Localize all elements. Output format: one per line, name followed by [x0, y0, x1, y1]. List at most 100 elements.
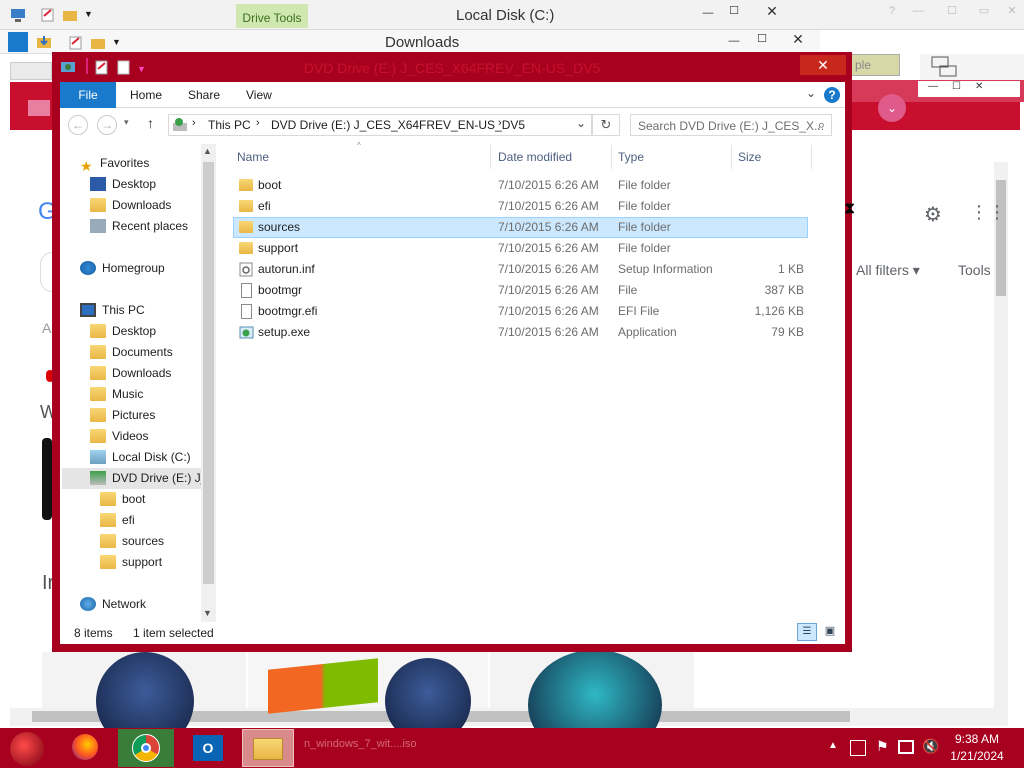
nav-documents[interactable]: Documents [90, 342, 173, 363]
browser-profile-icon[interactable]: ⌄ [878, 94, 906, 122]
tools-button[interactable]: Tools [958, 262, 991, 278]
nav-recent-places[interactable]: Recent places [90, 216, 188, 237]
show-hidden-icons-icon[interactable]: ▲ [828, 740, 838, 751]
large-icons-view-button[interactable]: ▣ [820, 623, 840, 641]
column-divider[interactable] [731, 145, 732, 169]
column-header-size[interactable]: Size [738, 145, 761, 169]
firefox-taskbar-button[interactable] [66, 729, 104, 767]
properties-qat-icon[interactable] [94, 60, 110, 79]
settings-gear-icon[interactable]: ⚙ [924, 202, 942, 227]
explorer-close-button[interactable]: ✕ [800, 55, 846, 75]
scroll-up-arrow-icon[interactable]: ▲ [203, 146, 212, 156]
scroll-down-arrow-icon[interactable]: ▼ [203, 608, 212, 618]
ribbon-expand-chevron-icon[interactable]: ⌄ [806, 86, 816, 100]
nav-scroll-thumb[interactable] [203, 162, 214, 584]
column-header-type[interactable]: Type [618, 145, 644, 169]
start-button[interactable] [10, 732, 44, 766]
address-history-chevron-icon[interactable]: ⌄ [576, 116, 586, 130]
chrome-taskbar-button[interactable] [118, 729, 174, 767]
sidebar-icon[interactable] [916, 134, 930, 148]
breadcrumb-dvd-drive[interactable]: DVD Drive (E:) J_CES_X64FREV_EN-US_DV5 [271, 118, 525, 132]
breadcrumb-separator-3[interactable]: › [498, 117, 502, 129]
nav-videos[interactable]: Videos [90, 426, 148, 447]
nav-dvd-drive[interactable]: DVD Drive (E:) J_C [90, 468, 201, 489]
help-icon[interactable]: ? [824, 87, 840, 103]
nav-this-pc[interactable]: This PC [80, 300, 145, 321]
minimize-button-2[interactable]: — [906, 2, 930, 20]
nav-pictures[interactable]: Pictures [90, 405, 155, 426]
browser-vscroll-thumb[interactable] [996, 180, 1006, 296]
minimize-button-4[interactable]: — [722, 32, 746, 50]
tab-view[interactable]: View [246, 82, 272, 108]
close-button-3[interactable]: ✕ [786, 30, 810, 48]
help-button[interactable]: ? [880, 2, 904, 20]
nav-boot[interactable]: boot [100, 489, 145, 510]
tab-share[interactable]: Share [188, 82, 220, 108]
file-row[interactable]: efi 7/10/2015 6:26 AM File folder [233, 196, 808, 217]
restore-button[interactable]: ☐ [940, 2, 964, 20]
nav-music[interactable]: Music [90, 384, 143, 405]
nav-pc-downloads[interactable]: Downloads [90, 363, 171, 384]
drive-tools-tab[interactable]: Drive Tools [236, 4, 308, 28]
column-divider[interactable] [490, 145, 491, 169]
new-folder-icon[interactable] [62, 7, 78, 26]
apps-grid-icon[interactable]: ⋮⋮ [970, 202, 1006, 223]
browser-back-icon[interactable]: ← [22, 134, 40, 155]
close-button-2[interactable]: ✕ [1000, 2, 1024, 20]
clock[interactable]: 9:38 AM 1/21/2024 [930, 731, 1024, 765]
nav-favorites[interactable]: ★ Favorites [80, 153, 149, 174]
file-row-selected[interactable]: sources 7/10/2015 6:26 AM File folder [233, 217, 808, 238]
up-button[interactable]: ↑ [147, 115, 154, 131]
nav-efi[interactable]: efi [100, 510, 135, 531]
file-row[interactable]: boot 7/10/2015 6:26 AM File folder [233, 175, 808, 196]
breadcrumb-separator-1[interactable]: › [192, 117, 196, 129]
maximize-button-2[interactable]: ☐ [750, 30, 774, 48]
file-row[interactable]: bootmgr 7/10/2015 6:26 AM File 387 KB [233, 280, 808, 301]
download-indicator-icon[interactable] [28, 100, 50, 116]
nav-homegroup[interactable]: Homegroup [80, 258, 165, 279]
nav-downloads[interactable]: Downloads [90, 195, 171, 216]
flag-icon[interactable]: ⚑ [876, 738, 889, 755]
tab-home[interactable]: Home [130, 82, 162, 108]
recent-locations-dropdown-icon[interactable]: ▾ [124, 117, 129, 128]
nav-sources[interactable]: sources [100, 531, 164, 552]
search-input[interactable]: Search DVD Drive (E:) J_CES_X... ⌕ [630, 114, 832, 136]
maximize-button[interactable]: ☐ [722, 2, 746, 20]
back-button[interactable]: ← [68, 115, 88, 135]
file-explorer-taskbar-button[interactable] [242, 729, 294, 767]
nav-network[interactable]: Network [80, 594, 146, 615]
nav-pc-desktop[interactable]: Desktop [90, 321, 156, 342]
new-folder-qat-icon[interactable] [116, 60, 132, 79]
minimize-button-3[interactable]: ▭ [972, 2, 996, 20]
refresh-button[interactable]: ↻ [592, 114, 620, 136]
all-filters-button[interactable]: All filters ▾ [856, 262, 920, 279]
bookmark-star-icon[interactable]: ☆ [876, 132, 890, 152]
account-icon[interactable] [944, 132, 966, 154]
nav-local-disk[interactable]: Local Disk (C:) [90, 447, 191, 468]
forward-button[interactable]: → [97, 115, 117, 135]
nav-support[interactable]: support [100, 552, 162, 573]
browser-menu-icon[interactable]: ⋮ [982, 132, 998, 152]
qat-dropdown-icon-2[interactable]: ▼ [112, 37, 121, 47]
file-row[interactable]: bootmgr.efi 7/10/2015 6:26 AM EFI File 1… [233, 301, 808, 322]
network-status-icon[interactable] [898, 740, 914, 754]
minimize-button[interactable]: — [696, 4, 720, 22]
breadcrumb-separator-2[interactable]: › [256, 117, 260, 129]
action-center-icon[interactable] [850, 740, 866, 756]
properties-icon[interactable] [40, 7, 56, 26]
details-view-button[interactable]: ☰ [797, 623, 817, 641]
column-divider[interactable] [811, 145, 812, 169]
close-button[interactable]: ✕ [760, 2, 784, 20]
outlook-taskbar-button[interactable]: O [180, 729, 236, 767]
qat-customize-icon[interactable]: ▼ [137, 64, 146, 74]
file-row[interactable]: setup.exe 7/10/2015 6:26 AM Application … [233, 322, 808, 343]
column-header-name[interactable]: Name [237, 145, 269, 169]
file-row[interactable]: support 7/10/2015 6:26 AM File folder [233, 238, 808, 259]
tab-file[interactable]: File [60, 82, 116, 108]
breadcrumb-this-pc[interactable]: This PC [208, 118, 251, 132]
file-row[interactable]: autorun.inf 7/10/2015 6:26 AM Setup Info… [233, 259, 808, 280]
column-divider[interactable] [611, 145, 612, 169]
column-header-date[interactable]: Date modified [498, 145, 572, 169]
nav-desktop[interactable]: Desktop [90, 174, 156, 195]
qat-dropdown-icon[interactable]: ▼ [84, 9, 93, 19]
